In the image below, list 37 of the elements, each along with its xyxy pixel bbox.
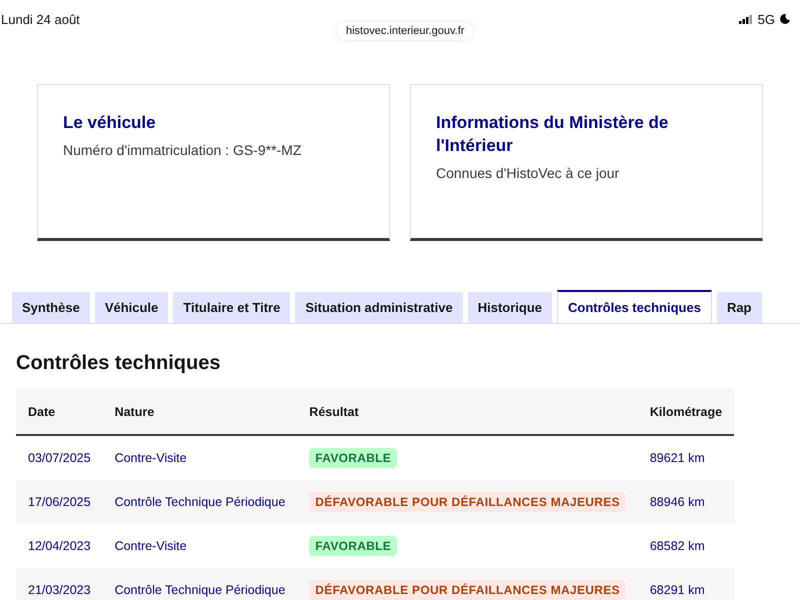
nature-cell: Contrôle Technique Périodique (102, 480, 298, 524)
date-cell: 21/03/2023 (16, 568, 103, 600)
status-date: Lundi 24 août (1, 12, 80, 26)
section-title: Contrôles techniques (16, 352, 222, 375)
column-header: Kilométrage (638, 389, 734, 435)
mileage-cell: 88946 km (638, 480, 734, 524)
date-cell: 12/04/2023 (16, 524, 103, 568)
nature-cell: Contrôle Technique Périodique (102, 568, 298, 600)
date-cell: 03/07/2025 (16, 435, 103, 480)
signal-icon (738, 14, 753, 24)
result-badge: DÉFAVORABLE POUR DÉFAILLANCES MAJEURES (309, 580, 626, 600)
tab[interactable]: Contrôles techniques (557, 290, 712, 323)
mileage-cell: 89621 km (638, 435, 734, 480)
card-title: Le véhicule (63, 112, 157, 134)
card-text: Numéro d'immatriculation : GS-9**-MZ (63, 142, 302, 158)
date-cell: 17/06/2025 (16, 480, 103, 524)
mileage-cell: 68291 km (638, 568, 734, 600)
column-header: Résultat (297, 389, 638, 435)
card-text: Connues d'HistoVec à ce jour (436, 165, 620, 181)
nature-cell: Contre-Visite (102, 435, 298, 480)
tab[interactable]: Rap (716, 292, 762, 323)
tab[interactable]: Situation administrative (295, 292, 463, 323)
column-header: Date (16, 389, 103, 435)
result-badge: DÉFAVORABLE POUR DÉFAILLANCES MAJEURES (309, 492, 626, 512)
tab[interactable]: Titulaire et Titre (173, 292, 290, 323)
tab[interactable]: Synthèse (12, 292, 90, 323)
tab[interactable]: Véhicule (94, 292, 168, 323)
result-badge: FAVORABLE (309, 536, 398, 556)
tab[interactable]: Historique (468, 292, 552, 323)
nature-cell: Contre-Visite (102, 524, 298, 568)
url-bar[interactable]: histovec.interieur.gouv.fr (337, 22, 474, 40)
network-label: 5G (758, 12, 775, 26)
column-header: Nature (102, 389, 298, 435)
moon-icon (780, 14, 790, 24)
result-badge: FAVORABLE (309, 448, 398, 468)
mileage-cell: 68582 km (638, 524, 734, 568)
card-title: Informations du Ministère de l'Intérieur (436, 112, 670, 157)
